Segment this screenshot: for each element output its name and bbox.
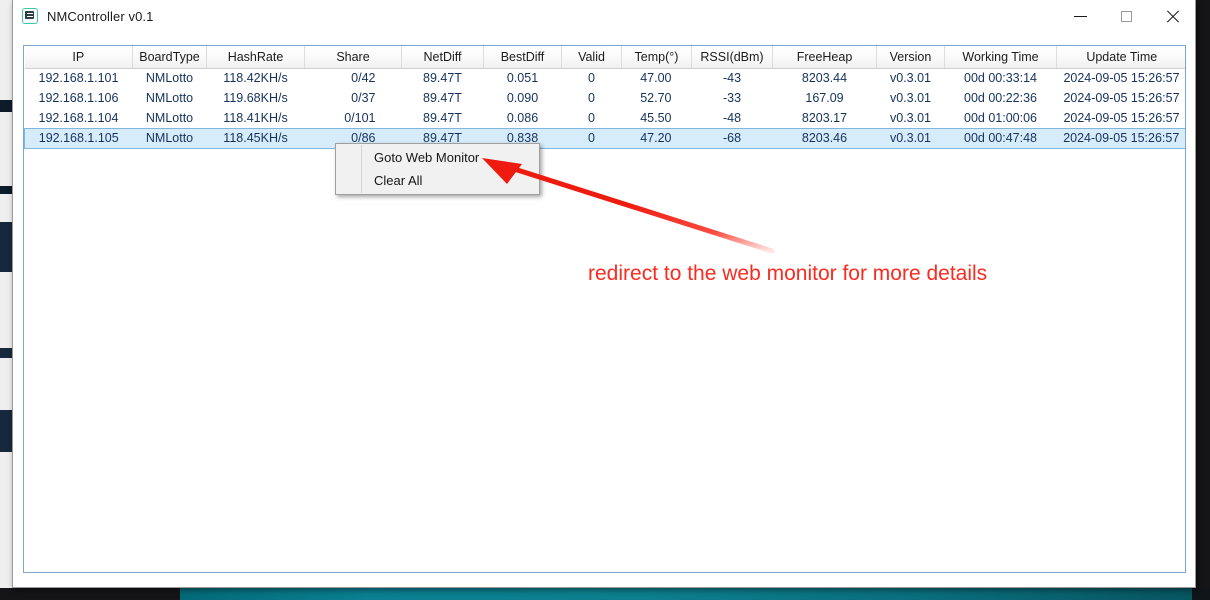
cell-ip: 192.168.1.105 [24,127,133,149]
background-window-fragment [0,194,12,222]
cell-rssi: -33 [691,88,773,108]
annotation-label: redirect to the web monitor for more det… [588,262,988,285]
column-header-best-diff[interactable]: BestDiff [483,46,562,69]
cell-hash-rate: 118.41KH/s [206,108,305,128]
cell-board-type: NMLotto [132,68,207,88]
cell-working-time: 00d 00:33:14 [944,68,1057,88]
column-header-ip[interactable]: IP [24,46,133,69]
menu-item-goto-web-monitor[interactable]: Goto Web Monitor [336,146,539,169]
cell-net-diff: 89.47T [401,108,484,128]
cell-valid: 0 [561,88,622,108]
cell-board-type: NMLotto [132,88,207,108]
column-header-working-time[interactable]: Working Time [944,46,1057,69]
background-window-fragment [0,100,12,112]
cell-valid: 0 [561,68,622,88]
cell-free-heap: 8203.44 [772,68,877,88]
cell-hash-rate: 118.42KH/s [206,68,305,88]
cell-rssi: -68 [691,127,773,149]
cell-valid: 0 [561,108,622,128]
cell-update-time: 2024-09-05 15:26:57 [1056,108,1185,128]
miner-table: IP BoardType HashRate Share NetDiff BestDiff V… [24,46,1185,149]
cell-board-type: NMLotto [132,108,207,128]
window-controls [1057,0,1195,32]
background-window-fragment [0,112,12,186]
column-header-temp[interactable]: Temp(°) [621,46,692,69]
cell-rssi: -43 [691,68,773,88]
cell-share: 0/101 [304,108,402,128]
table-body: 192.168.1.101 NMLotto 118.42KH/s 0/42 89.47T… [24,68,1185,149]
column-header-hash-rate[interactable]: HashRate [206,46,305,69]
column-header-board-type[interactable]: BoardType [132,46,207,69]
background-window-fragment [0,0,12,100]
column-header-share[interactable]: Share [304,46,402,69]
background-window-fragment [0,410,12,452]
cell-share: 0/42 [304,68,402,88]
nmcontroller-window: NMController v0.1 IP BoardType HashRate … [12,0,1196,588]
background-window-fragment [0,358,12,410]
cell-free-heap: 167.09 [772,88,877,108]
cell-share: 0/37 [304,88,402,108]
window-title: NMController v0.1 [47,8,154,24]
cell-working-time: 00d 00:47:48 [944,127,1057,149]
cell-net-diff: 89.47T [401,68,484,88]
taskbar-strip [180,588,1210,600]
cell-temp: 45.50 [621,108,692,128]
table-row[interactable]: 192.168.1.106 NMLotto 119.68KH/s 0/37 89.47T… [24,88,1185,108]
cell-ip: 192.168.1.104 [24,108,133,128]
cell-hash-rate: 118.45KH/s [206,127,305,149]
taskbar-strip-end [1192,588,1210,600]
cell-valid: 0 [561,127,622,149]
menu-item-clear-all[interactable]: Clear All [336,169,539,192]
cell-temp: 52.70 [621,88,692,108]
cell-working-time: 00d 01:00:06 [944,108,1057,128]
cell-update-time: 2024-09-05 15:26:57 [1056,127,1185,149]
cell-temp: 47.00 [621,68,692,88]
column-header-net-diff[interactable]: NetDiff [401,46,484,69]
cell-version: v0.3.01 [876,127,945,149]
column-header-valid[interactable]: Valid [561,46,622,69]
background-window-fragment [0,272,12,348]
table-row[interactable]: 192.168.1.105 NMLotto 118.45KH/s 0/86 89.47T… [24,127,1185,149]
column-header-update-time[interactable]: Update Time [1056,46,1185,69]
window-titlebar[interactable]: NMController v0.1 [13,0,1195,33]
cell-version: v0.3.01 [876,88,945,108]
background-window-fragment [0,186,12,194]
minimize-icon [1073,15,1087,17]
close-icon [1166,10,1179,23]
cell-best-diff: 0.086 [483,108,562,128]
cell-free-heap: 8203.46 [772,127,877,149]
cell-net-diff: 89.47T [401,88,484,108]
table-header-row: IP BoardType HashRate Share NetDiff BestDiff V… [24,46,1185,69]
maximize-button[interactable] [1103,0,1149,32]
cell-ip: 192.168.1.101 [24,68,133,88]
column-header-free-heap[interactable]: FreeHeap [772,46,877,69]
background-window-fragment [0,452,12,588]
cell-update-time: 2024-09-05 15:26:57 [1056,68,1185,88]
column-header-rssi[interactable]: RSSI(dBm) [691,46,773,69]
cell-working-time: 00d 00:22:36 [944,88,1057,108]
background-window-fragment [0,348,12,358]
context-menu[interactable]: Goto Web Monitor Clear All [335,143,540,195]
table-row[interactable]: 192.168.1.104 NMLotto 118.41KH/s 0/101 89.47… [24,108,1185,128]
table-row[interactable]: 192.168.1.101 NMLotto 118.42KH/s 0/42 89.47T… [24,68,1185,88]
close-button[interactable] [1149,0,1195,32]
cell-version: v0.3.01 [876,108,945,128]
maximize-icon [1120,10,1132,22]
cell-version: v0.3.01 [876,68,945,88]
cell-temp: 47.20 [621,127,692,149]
minimize-button[interactable] [1057,0,1103,32]
cell-best-diff: 0.051 [483,68,562,88]
cell-update-time: 2024-09-05 15:26:57 [1056,88,1185,108]
cell-board-type: NMLotto [132,127,207,149]
miner-table-container[interactable]: IP BoardType HashRate Share NetDiff BestDiff V… [23,45,1186,573]
cell-ip: 192.168.1.106 [24,88,133,108]
cell-rssi: -48 [691,108,773,128]
cell-free-heap: 8203.17 [772,108,877,128]
app-monitor-icon [22,8,38,24]
cell-hash-rate: 119.68KH/s [206,88,305,108]
column-header-version[interactable]: Version [876,46,945,69]
cell-best-diff: 0.090 [483,88,562,108]
background-window-fragment [0,222,12,272]
